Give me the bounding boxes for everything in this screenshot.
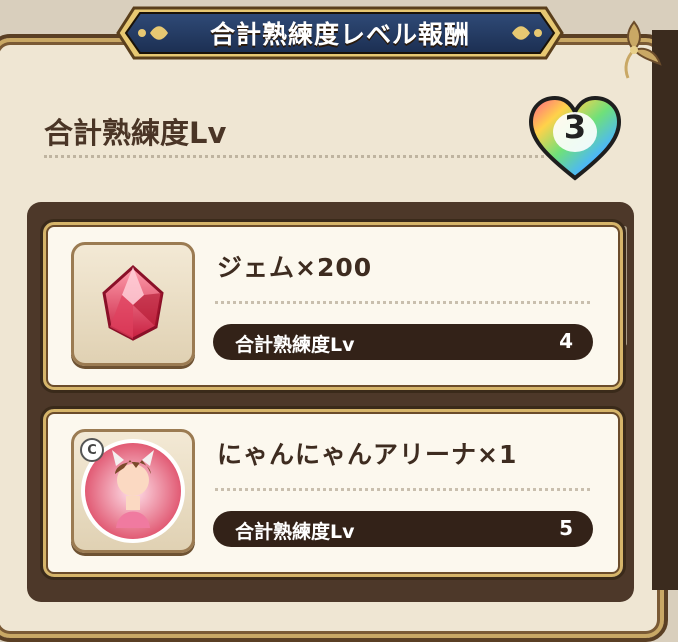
rarity-badge: C xyxy=(80,438,104,462)
dotted-divider xyxy=(215,301,590,304)
reward-icon-frame: C xyxy=(71,429,195,553)
corner-ornament-icon xyxy=(624,20,662,79)
gem-icon xyxy=(102,264,164,341)
requirement-value: 5 xyxy=(559,516,573,540)
total-level-label: 合計熟練度Lv xyxy=(44,116,227,150)
reward-card[interactable]: C にゃんにゃんアリーナ×1 合計熟練度Lv 5 xyxy=(40,406,626,580)
dotted-divider xyxy=(215,488,590,491)
requirement-bar: 合計熟練度Lv 5 xyxy=(213,511,593,547)
reward-card[interactable]: ジェム×200 合計熟練度Lv 4 xyxy=(40,219,626,393)
title-banner-label-wrap: 合計熟練度レベル報酬 xyxy=(116,4,564,62)
background-edge xyxy=(652,30,678,590)
reward-name: ジェム×200 xyxy=(217,253,373,282)
page-title: 合計熟練度レベル報酬 xyxy=(209,20,470,49)
dotted-divider xyxy=(44,155,544,158)
requirement-label: 合計熟練度Lv xyxy=(235,521,355,543)
reward-icon-frame xyxy=(71,242,195,366)
requirement-bar: 合計熟練度Lv 4 xyxy=(213,324,593,360)
reward-name: にゃんにゃんアリーナ×1 xyxy=(217,440,518,469)
requirement-value: 4 xyxy=(559,329,573,353)
total-level-value: 3 xyxy=(563,108,587,146)
requirement-label: 合計熟練度Lv xyxy=(235,334,355,356)
